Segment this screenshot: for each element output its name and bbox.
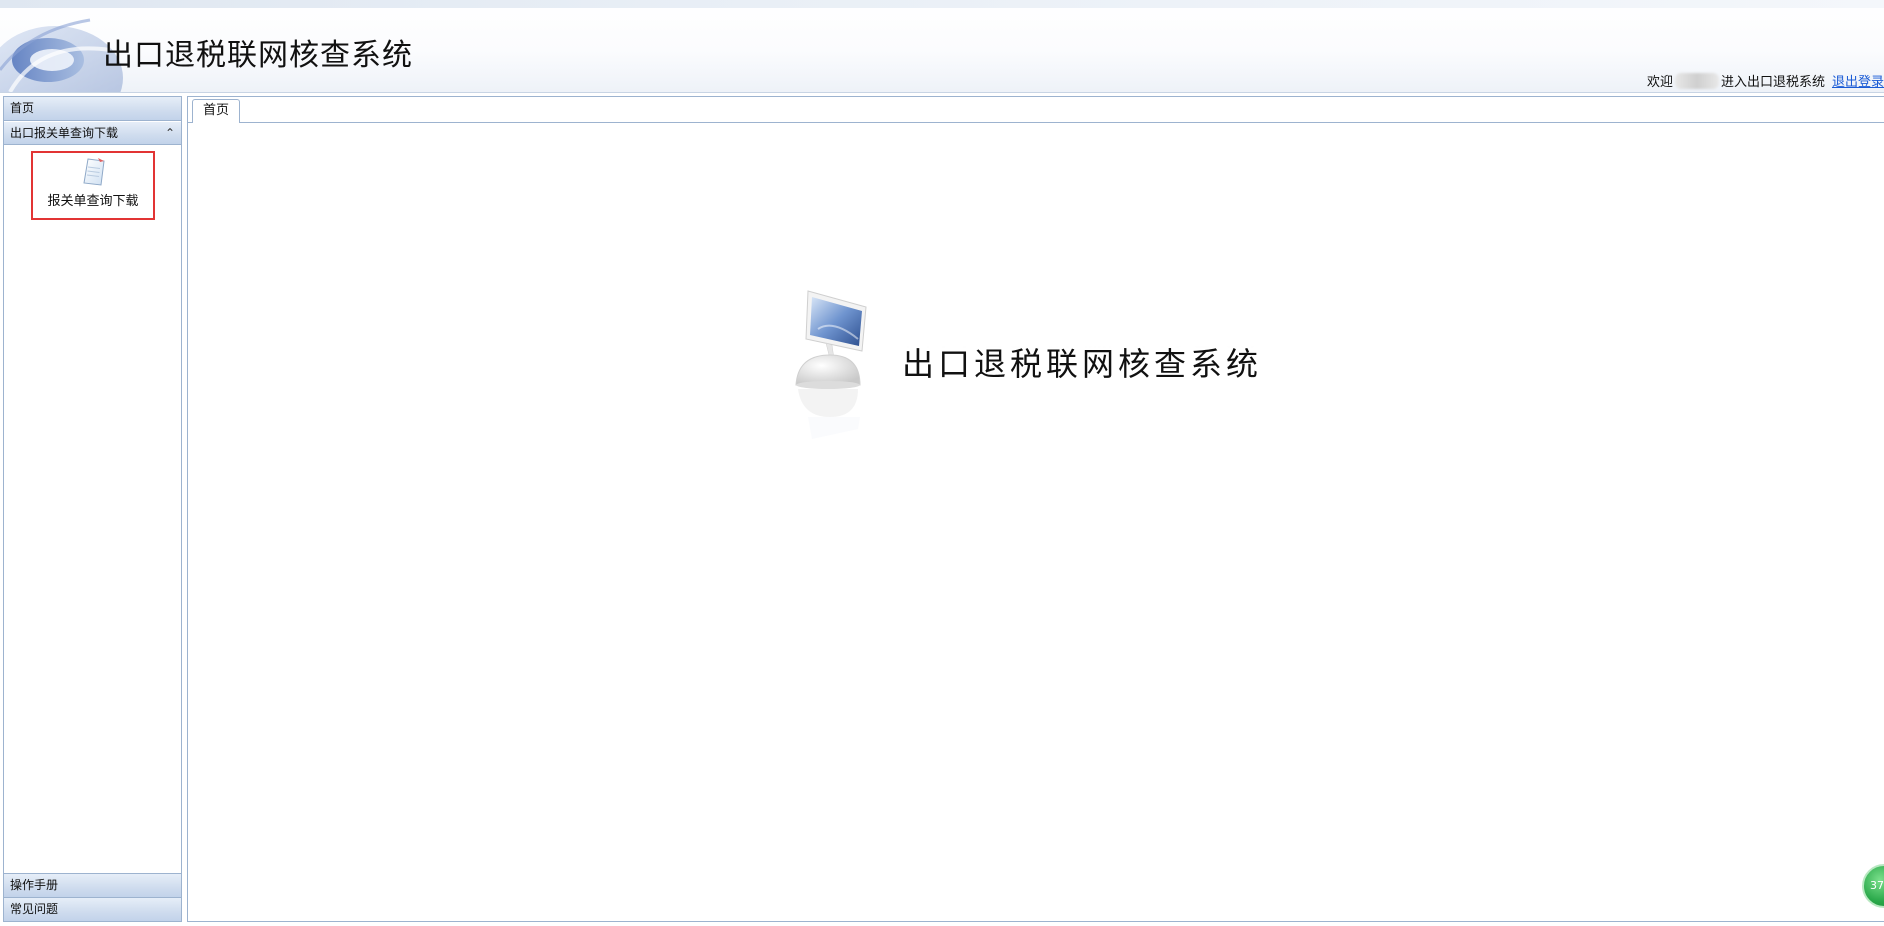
tab-home[interactable]: 首页 [192, 99, 241, 124]
sidebar: 首页 出口报关单查询下载 ⌃ 报关单查询下载 操作手册 常见问题 [3, 96, 182, 922]
sidebar-section-label: 出口报关单查询下载 [10, 126, 119, 140]
sidebar-bottom: 操作手册 常见问题 [4, 873, 181, 921]
main-panel: 首页 出口退税联网核查系统 出口退税联网核查系统 [187, 96, 1884, 922]
menu-tile-label: 报关单查询下载 [47, 194, 139, 209]
sidebar-section-customs-declaration[interactable]: 出口报关单查询下载 ⌃ [4, 121, 181, 145]
sidebar-section-body: 报关单查询下载 [4, 145, 181, 869]
welcome-prefix: 欢迎 [1646, 75, 1673, 90]
sidebar-item-home[interactable]: 首页 [4, 97, 181, 121]
username-redacted [1674, 72, 1719, 89]
logout-link[interactable]: 退出登录 [1832, 71, 1884, 90]
header-top-strip [0, 0, 1884, 8]
double-chevron-up-icon[interactable]: ⌃ [165, 122, 175, 145]
app-title: 出口退税联网核查系统 [103, 38, 413, 73]
user-info: 欢迎 进入出口退税系统 退出登录 [1647, 71, 1884, 90]
tab-strip: 首页 [188, 96, 1884, 124]
app-header: 出口退税联网核查系统 欢迎 进入出口退税系统 退出登录 [0, 0, 1884, 93]
sidebar-item-manual[interactable]: 操作手册 [4, 873, 181, 897]
sidebar-item-faq[interactable]: 常见问题 [4, 897, 181, 921]
document-icon [83, 158, 105, 186]
welcome-suffix: 进入出口退税系统 [1720, 75, 1825, 90]
welcome-banner: 出口退税联网核查系统 出口退税联网核查系统 [788, 289, 1268, 449]
menu-tile-declaration-download[interactable]: 报关单查询下载 [31, 151, 155, 220]
computer-icon [795, 290, 867, 439]
tab-content: 出口退税联网核查系统 出口退税联网核查系统 [188, 123, 1884, 921]
